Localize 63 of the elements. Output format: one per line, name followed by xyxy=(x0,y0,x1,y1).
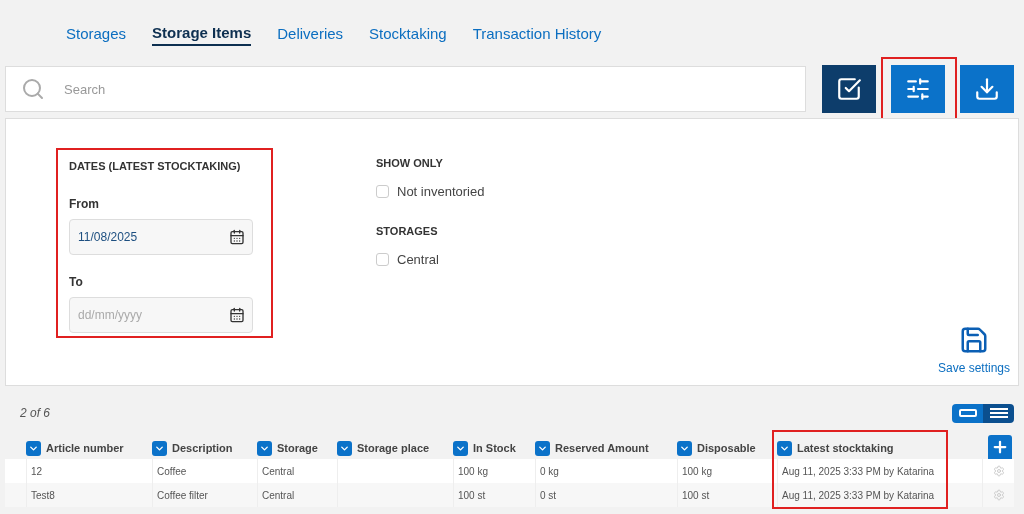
table-cell-text: 0 kg xyxy=(540,464,559,479)
table-cell-text: Aug 11, 2025 3:33 PM by Katarina xyxy=(782,488,935,503)
column-menu-icon[interactable] xyxy=(677,440,692,456)
table-cell-text: Coffee filter xyxy=(157,488,208,503)
checkbox-label: Not inventoried xyxy=(397,182,485,201)
table-cell-text: Central xyxy=(262,488,295,503)
column-header[interactable]: Storage place xyxy=(357,439,430,457)
calendar-icon[interactable] xyxy=(229,306,245,323)
section-title: DATES (LATEST STOCKTAKING) xyxy=(69,159,242,174)
search-icon xyxy=(21,77,45,101)
column-menu-icon[interactable] xyxy=(257,440,272,456)
checkbox-label: Central xyxy=(397,250,439,269)
filter-button[interactable] xyxy=(891,65,945,113)
view-toggle[interactable] xyxy=(952,403,1014,423)
column-header[interactable]: Reserved Amount xyxy=(555,439,649,457)
section-title: STORAGES xyxy=(376,224,439,239)
select-button[interactable] xyxy=(822,65,876,113)
table-cell-text: 100 st xyxy=(458,488,486,503)
table-cell-text: 100 kg xyxy=(682,464,713,479)
table-cell-text: 0 st xyxy=(540,488,557,503)
checkbox[interactable] xyxy=(376,252,389,266)
column-header[interactable]: Disposable xyxy=(697,439,756,457)
list-view-button[interactable] xyxy=(983,403,1014,423)
column-header[interactable]: Latest stocktaking xyxy=(797,439,894,457)
section-title: SHOW ONLY xyxy=(376,156,444,171)
nav-tab[interactable]: Deliveries xyxy=(277,22,344,46)
column-menu-icon[interactable] xyxy=(337,440,352,456)
table-cell-text: Coffee xyxy=(157,464,187,479)
search-field[interactable]: Search xyxy=(5,66,806,112)
checkbox[interactable] xyxy=(376,184,389,198)
plus-icon xyxy=(991,438,1009,456)
column-menu-icon[interactable] xyxy=(152,440,167,456)
checkbox-icon xyxy=(836,76,862,102)
column-menu-icon[interactable] xyxy=(453,440,468,456)
table-cell-text: Aug 11, 2025 3:33 PM by Katarina xyxy=(782,464,935,479)
calendar-icon[interactable] xyxy=(229,228,245,245)
column-header[interactable]: Description xyxy=(172,439,233,457)
sliders-icon xyxy=(905,76,931,102)
table-cell-text: Central xyxy=(262,464,295,479)
nav-tab[interactable]: Storages xyxy=(66,22,127,46)
column-header[interactable]: Storage xyxy=(277,439,318,457)
table-cell-text: 100 kg xyxy=(458,464,489,479)
date-field[interactable]: 11/08/2025 xyxy=(69,218,253,255)
column-header[interactable]: In Stock xyxy=(473,439,516,457)
download-button[interactable] xyxy=(960,65,1014,113)
table-cell-text: 12 xyxy=(31,464,43,479)
save-settings-button[interactable]: Save settings xyxy=(937,325,1010,377)
table-cell-text: 100 st xyxy=(682,488,710,503)
nav-tab[interactable]: Stocktaking xyxy=(369,22,447,46)
column-header[interactable]: Article number xyxy=(46,439,124,457)
nav-tab[interactable]: Transaction History xyxy=(472,22,602,46)
column-menu-icon[interactable] xyxy=(535,440,550,456)
field-label: From xyxy=(69,195,100,213)
field-label: To xyxy=(69,273,84,291)
add-column-button[interactable] xyxy=(988,435,1012,459)
table-cell-text: Test8 xyxy=(31,488,55,503)
result-count: 2 of 6 xyxy=(20,405,51,422)
date-field[interactable]: dd/mm/yyyy xyxy=(69,296,253,333)
column-menu-icon[interactable] xyxy=(26,440,41,456)
nav-tab[interactable]: Storage Items xyxy=(152,22,252,46)
column-menu-icon[interactable] xyxy=(777,440,792,456)
download-icon xyxy=(974,76,1000,102)
card-view-button[interactable] xyxy=(952,403,983,423)
